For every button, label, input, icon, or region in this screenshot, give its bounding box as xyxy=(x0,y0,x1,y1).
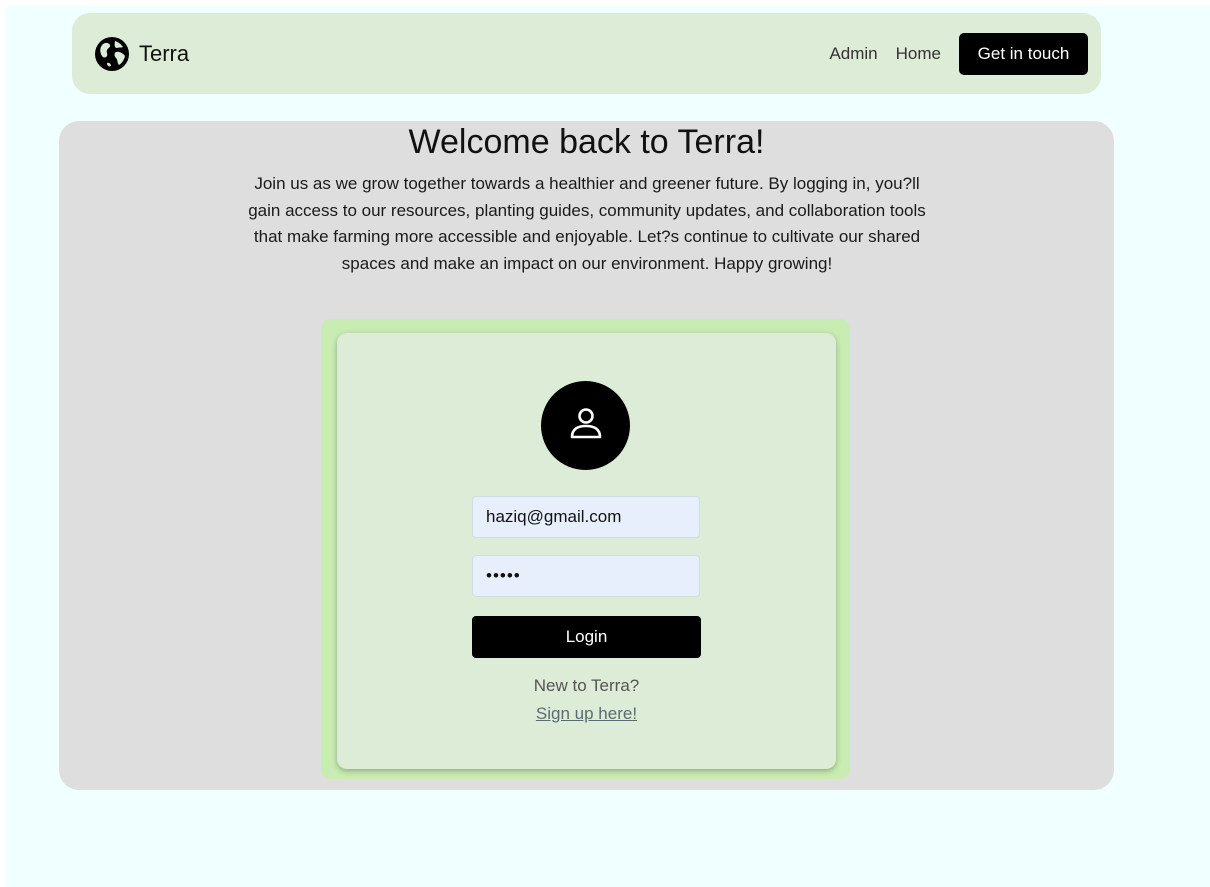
signup-prompt: New to Terra? xyxy=(533,676,640,695)
user-icon xyxy=(568,405,604,446)
page-top-strip xyxy=(0,0,1210,6)
page-left-strip xyxy=(0,0,6,887)
nav-link-admin[interactable]: Admin xyxy=(829,44,877,64)
avatar xyxy=(541,381,630,470)
login-button[interactable]: Login xyxy=(472,616,701,658)
email-field[interactable] xyxy=(472,496,700,538)
brand[interactable]: Terra xyxy=(94,36,189,72)
login-card: Login New to Terra? Sign up here! xyxy=(337,333,836,769)
globe-icon xyxy=(94,36,130,72)
intro-text: Join us as we grow together towards a he… xyxy=(248,174,926,273)
page-title: Welcome back to Terra! xyxy=(408,123,765,161)
nav-link-home[interactable]: Home xyxy=(896,44,941,64)
brand-name: Terra xyxy=(139,40,190,66)
password-field[interactable] xyxy=(472,555,700,597)
main-panel: Welcome back to Terra! Join us as we gro… xyxy=(59,121,1114,790)
nav-links: Admin Home Get in touch xyxy=(829,32,1088,75)
signup-link[interactable]: Sign up here! xyxy=(337,704,836,724)
get-in-touch-button[interactable]: Get in touch xyxy=(959,32,1088,75)
navbar: Terra Admin Home Get in touch xyxy=(72,13,1101,94)
